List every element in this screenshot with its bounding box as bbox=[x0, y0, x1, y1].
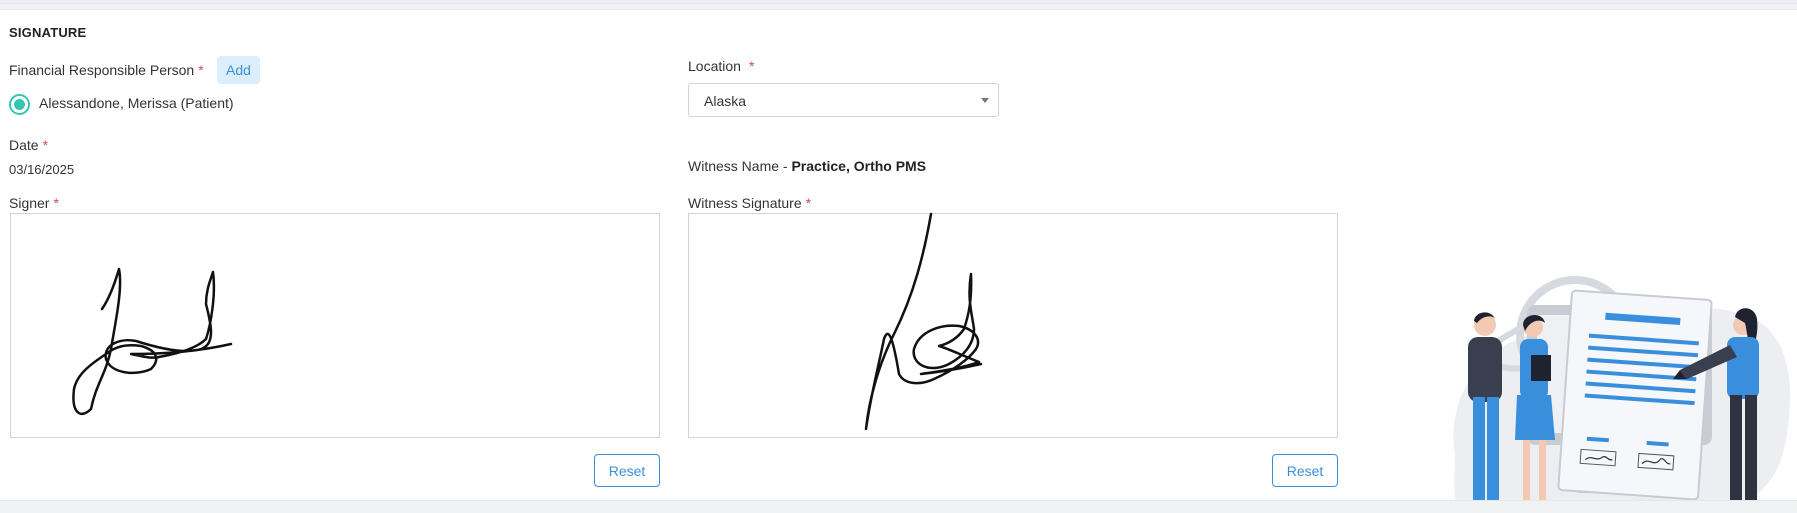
required-marker: * bbox=[53, 195, 59, 211]
witness-name-label: Witness Name - Practice, Ortho PMS bbox=[688, 158, 926, 174]
required-marker: * bbox=[42, 137, 49, 153]
reset-witness-button[interactable]: Reset bbox=[1272, 454, 1338, 487]
signer-label: Signer * bbox=[9, 195, 59, 211]
required-marker: * bbox=[805, 195, 812, 211]
location-label: Location * bbox=[688, 58, 754, 74]
location-selected-value: Alaska bbox=[704, 93, 747, 109]
reset-signer-button[interactable]: Reset bbox=[594, 454, 660, 487]
financial-person-option[interactable]: Alessandone, Merissa (Patient) bbox=[39, 95, 234, 111]
financial-responsible-label-text: Financial Responsible Person bbox=[9, 62, 195, 78]
witness-signature-label-text: Witness Signature bbox=[688, 195, 802, 211]
date-label: Date * bbox=[9, 137, 48, 153]
section-title: SIGNATURE bbox=[9, 25, 87, 40]
witness-signature-stroke bbox=[864, 212, 983, 431]
signer-signature-pad[interactable] bbox=[10, 213, 660, 438]
signer-label-text: Signer bbox=[9, 195, 50, 211]
witness-name-label-text: Witness Name - bbox=[688, 158, 788, 174]
location-label-text: Location bbox=[688, 58, 741, 74]
date-label-text: Date bbox=[9, 137, 39, 153]
required-marker: * bbox=[198, 62, 204, 78]
location-select[interactable]: Alaska bbox=[688, 83, 999, 117]
signature-illustration bbox=[1453, 276, 1791, 500]
financial-responsible-label: Financial Responsible Person * bbox=[9, 62, 204, 78]
signature-card: SIGNATURE Financial Responsible Person * … bbox=[0, 9, 1797, 501]
top-strip bbox=[0, 0, 1797, 4]
witness-signature-label: Witness Signature * bbox=[688, 195, 811, 211]
chevron-down-icon bbox=[981, 98, 989, 103]
signer-signature-stroke bbox=[72, 267, 233, 415]
date-value: 03/16/2025 bbox=[9, 162, 75, 177]
witness-signature-pad[interactable] bbox=[688, 212, 1338, 438]
witness-name-value: Practice, Ortho PMS bbox=[791, 158, 927, 174]
required-marker: * bbox=[748, 58, 755, 74]
financial-person-radio[interactable] bbox=[9, 94, 30, 115]
add-financial-person-button[interactable]: Add bbox=[217, 56, 260, 84]
